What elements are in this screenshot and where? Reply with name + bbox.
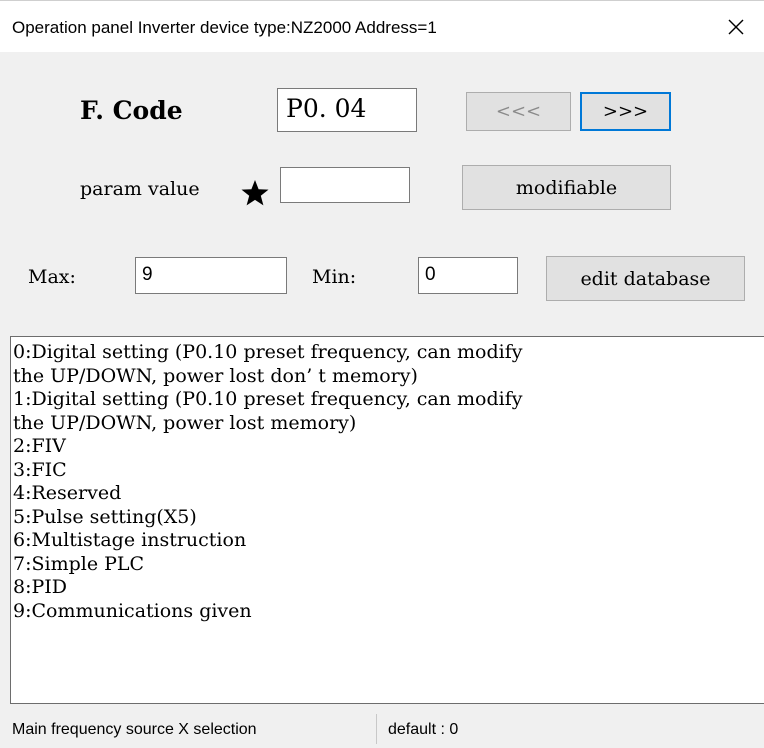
modifiable-button[interactable]: modifiable xyxy=(462,165,671,210)
description-line: 6:Multistage instruction xyxy=(13,529,247,551)
window-title: Operation panel Inverter device type:NZ2… xyxy=(12,18,437,37)
max-value-field[interactable]: 9 xyxy=(135,257,287,294)
min-label: Min: xyxy=(312,266,357,288)
fcode-label: F. Code xyxy=(80,96,183,125)
fcode-input[interactable]: P0. 04 xyxy=(277,88,417,132)
description-line: 4:Reserved xyxy=(13,482,122,504)
close-icon xyxy=(728,19,744,35)
description-line: 3:FIC xyxy=(13,458,67,481)
description-line: 0:Digital setting (P0.10 preset frequenc… xyxy=(13,341,523,363)
description-line: 1:Digital setting (P0.10 preset frequenc… xyxy=(13,388,523,410)
title-bar: Operation panel Inverter device type:NZ2… xyxy=(0,0,764,52)
description-line: the UP/DOWN, power lost don’ t memory) xyxy=(13,364,418,387)
description-line: 8:PID xyxy=(13,576,68,598)
status-parameter-name: Main frequency source X selection xyxy=(12,721,257,738)
param-value-label: param value xyxy=(80,178,200,200)
prev-code-button[interactable]: <<< xyxy=(466,92,571,131)
description-line: 2:FIV xyxy=(13,435,66,457)
status-bar: Main frequency source X selection defaul… xyxy=(0,706,764,748)
description-line: the UP/DOWN, power lost memory) xyxy=(13,411,357,434)
description-textbox[interactable]: 0:Digital setting (P0.10 preset frequenc… xyxy=(10,336,764,704)
star-icon xyxy=(241,180,269,206)
next-code-button[interactable]: >>> xyxy=(580,92,671,131)
min-value-field[interactable]: 0 xyxy=(418,257,518,294)
max-label: Max: xyxy=(28,266,76,288)
status-divider xyxy=(376,714,377,744)
close-button[interactable] xyxy=(708,1,764,53)
description-line: 9:Communications given xyxy=(13,599,252,622)
status-default-value: default : 0 xyxy=(388,721,459,738)
description-line: 5:Pulse setting(X5) xyxy=(13,505,197,528)
param-value-input[interactable] xyxy=(280,167,410,203)
operation-panel-window: Operation panel Inverter device type:NZ2… xyxy=(0,0,764,748)
description-line: 7:Simple PLC xyxy=(13,552,145,575)
edit-database-button[interactable]: edit database xyxy=(546,256,745,301)
